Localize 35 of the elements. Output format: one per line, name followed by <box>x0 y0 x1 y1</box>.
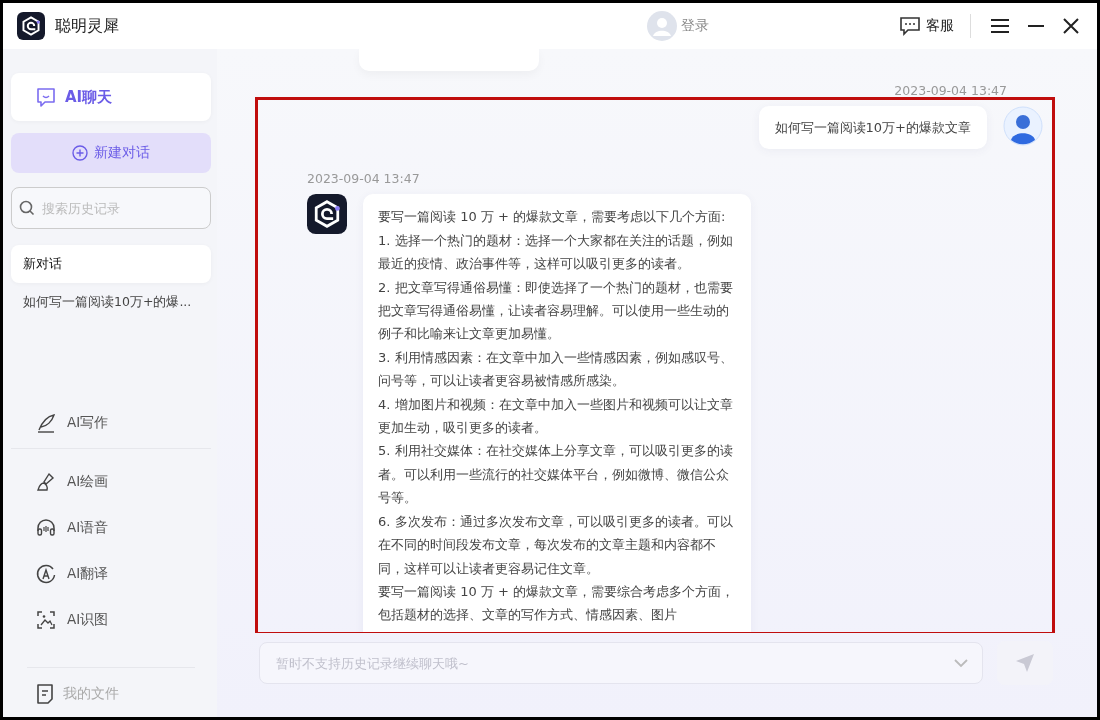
chat-bubble-icon <box>35 86 57 108</box>
window-title: 聪明灵犀 <box>55 15 119 37</box>
close-icon <box>1063 18 1079 34</box>
document-icon <box>35 683 55 705</box>
avatar-icon <box>647 11 677 41</box>
message-time: 2023-09-04 13:47 <box>894 83 1007 98</box>
message-time: 2023-09-04 13:47 <box>307 171 421 187</box>
customer-service-button[interactable]: 客服 <box>899 16 954 36</box>
headphones-icon <box>35 517 57 539</box>
plus-circle-icon <box>72 145 88 161</box>
translate-icon <box>35 563 57 585</box>
chat-bubble-icon <box>899 16 921 36</box>
ai-chat-tab[interactable]: AI聊天 <box>11 73 211 121</box>
tool-menu-item[interactable]: AI语音 <box>11 505 211 551</box>
image-scan-icon <box>35 609 57 631</box>
message-text: 要写一篇阅读 10 万 + 的爆款文章，需要考虑以下几个方面: 1. 选择一个热门的题材：选择一个大家都在关注的话题，例如最近的疫情、政治事件等，这样可以吸引更多的读者。 2. 把文章写得通俗易懂：即使选择了一个热门的题材，也需要把文章写得通俗易懂，让读者容易理解。可以使用一些生动的例子和比喻来让文章更加易懂。 3. 利用情感因素：在文章中加入一些情感因素，例如感叹号、问号等，可以让读者更容易被情感所感染。 4. 增加图片和视频：在文章中加入一些图片和视频可以让文章更加生动，吸引更多的读者。 5. 利用社交媒体：在社交媒体上分享文章，可以吸引更多的读者。可以利用一些流行的社交媒体平台，例如微博、微信公众号等。 6. 多次发布：通过多次发布文章，可以吸引更多的读者。可以在不同的时间段发布文章，每次发布的文章主题和内容都不同，这样可以让读者更容易记住文章。 要写一篇阅读 10 万 + 的爆款文章，需要综合考虑多个方面，包括题材的选择、文章的写作方式、情感因素、图片 <box>363 194 751 633</box>
chevron-down-icon <box>953 658 969 668</box>
minimize-icon <box>1027 25 1045 27</box>
tool-menu-item[interactable]: AI识图 <box>11 597 211 643</box>
new-chat-button[interactable]: 新建对话 <box>11 133 211 173</box>
search-icon <box>19 200 35 216</box>
message-text: 如何写一篇阅读10万+的爆款文章 <box>758 106 987 150</box>
user-avatar-icon <box>1003 106 1043 146</box>
app-logo-icon <box>17 12 45 40</box>
history-item[interactable]: 如何写一篇阅读10万+的爆... <box>11 283 211 321</box>
tool-menu-item[interactable]: AI绘画 <box>11 459 211 505</box>
assistant-avatar-icon <box>307 194 347 235</box>
send-icon <box>1014 652 1036 674</box>
tool-menu-item[interactable]: AI翻译 <box>11 551 211 597</box>
menu-icon <box>991 18 1009 34</box>
history-item[interactable]: 新对话 <box>11 245 211 283</box>
search-field[interactable]: 搜索历史记录 <box>11 187 211 229</box>
feather-pen-icon <box>35 411 57 434</box>
tool-menu-item[interactable]: AI写作 <box>11 397 211 449</box>
login-button[interactable]: 登录 <box>647 11 709 41</box>
